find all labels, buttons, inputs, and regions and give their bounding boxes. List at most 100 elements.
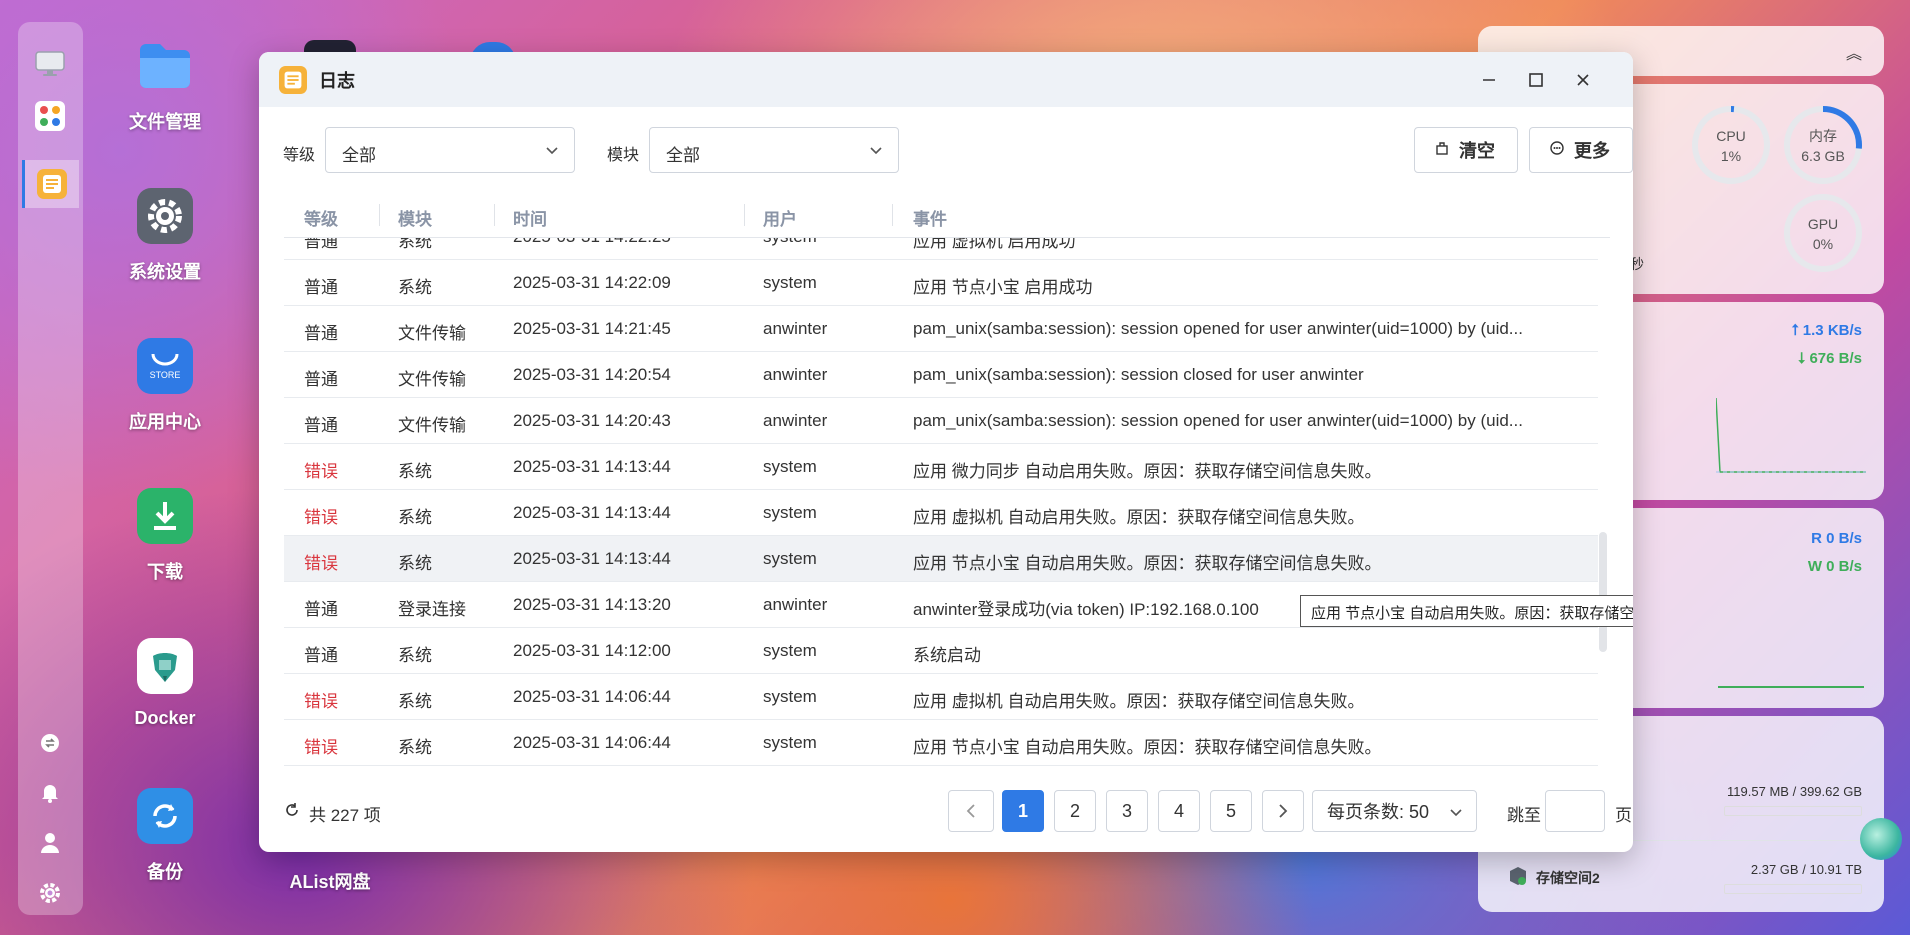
cell-user: system xyxy=(763,687,817,706)
cell-module: 系统 xyxy=(398,692,432,711)
log-window: 日志 等级 全部 模块 全部 清空 更多 等级 模块 时间 用户 事件 普通 系… xyxy=(259,52,1633,852)
chevron-left-icon xyxy=(966,804,975,818)
minimize-button[interactable] xyxy=(1474,66,1504,94)
gpu-label: GPU xyxy=(1807,216,1839,232)
settings-gear-icon[interactable] xyxy=(32,875,68,911)
table-row[interactable]: 错误 系统 2025-03-31 14:13:44 system 应用 节点小宝 自动启… xyxy=(284,536,1598,582)
page-button-4[interactable]: 4 xyxy=(1158,790,1200,832)
clear-button[interactable]: 清空 xyxy=(1414,127,1518,173)
table-row[interactable]: 普通 文件传输 2025-03-31 14:21:45 anwinter pam_uni… xyxy=(284,306,1598,352)
dock xyxy=(18,22,83,915)
table-row[interactable]: 普通 文件传输 2025-03-31 14:20:43 anwinter pam_uni… xyxy=(284,398,1598,444)
log-table-body[interactable]: 普通 系统 2025-03-31 14:22:25 system 应用 虚拟机 … xyxy=(284,238,1610,812)
cell-level: 普通 xyxy=(304,646,338,665)
module-filter-value: 全部 xyxy=(666,146,700,165)
column-header-time[interactable]: 时间 xyxy=(513,205,547,230)
per-page-select[interactable]: 每页条数: 50 xyxy=(1312,790,1477,832)
switch-icon[interactable] xyxy=(32,725,68,761)
cell-event: pam_unix(samba:session): session closed … xyxy=(913,365,1364,384)
cpu-label: CPU xyxy=(1716,128,1746,144)
storage2-usage: 2.37 GB / 10.91 TB xyxy=(1750,862,1862,877)
bell-icon[interactable] xyxy=(32,775,68,811)
module-filter-select[interactable]: 全部 xyxy=(649,127,899,173)
level-filter-select[interactable]: 全部 xyxy=(325,127,575,173)
table-row[interactable]: 错误 系统 2025-03-31 14:06:44 system 应用 虚拟机 自动启用… xyxy=(284,674,1598,720)
cell-module: 系统 xyxy=(398,462,432,481)
maximize-button[interactable] xyxy=(1521,66,1551,94)
log-app-dock-icon[interactable] xyxy=(22,160,79,208)
page-button-2[interactable]: 2 xyxy=(1054,790,1096,832)
log-app-icon xyxy=(279,65,307,94)
next-page-button[interactable] xyxy=(1262,790,1304,832)
desktop-icon-download[interactable]: 下载 xyxy=(105,488,225,584)
disk-read-rate: R 0 B/s xyxy=(1811,530,1862,547)
settings-icon xyxy=(137,188,193,244)
table-row[interactable]: 普通 系统 2025-03-31 14:12:00 system 系统启动 xyxy=(284,628,1598,674)
desktop-icon-label: 下载 xyxy=(147,562,183,582)
desktop-icon-docker[interactable]: Docker xyxy=(105,638,225,729)
cell-event: 应用 虚拟机 自动启用失败。原因：获取存储空间信息失败。 xyxy=(913,508,1365,527)
monitor-icon[interactable] xyxy=(32,46,68,82)
cell-user: system xyxy=(763,733,817,752)
app-grid-icon[interactable] xyxy=(32,98,68,134)
disk-graph-line xyxy=(1718,686,1864,688)
table-row[interactable]: 普通 系统 2025-03-31 14:22:09 system 应用 节点小宝 启用成… xyxy=(284,260,1598,306)
page-button-5[interactable]: 5 xyxy=(1210,790,1252,832)
desktop-icon-backup[interactable]: 备份 xyxy=(105,788,225,884)
desktop-icon-app-center[interactable]: STORE 应用中心 xyxy=(105,338,225,434)
storage2-name[interactable]: 存储空间2 xyxy=(1536,868,1600,888)
store-icon: STORE xyxy=(137,338,193,394)
cell-module: 登录连接 xyxy=(398,600,466,619)
cell-time: 2025-03-31 14:06:44 xyxy=(513,687,671,706)
storage-box-icon xyxy=(1508,866,1528,886)
table-row[interactable]: 错误 系统 2025-03-31 14:13:44 system 应用 微力同步 自动启… xyxy=(284,444,1598,490)
column-header-user[interactable]: 用户 xyxy=(763,205,797,230)
cpu-value: 1% xyxy=(1720,148,1742,164)
table-row[interactable]: 错误 系统 2025-03-31 14:13:44 system 应用 虚拟机 自动启用… xyxy=(284,490,1598,536)
chevron-down-icon xyxy=(546,147,558,155)
page-button-3[interactable]: 3 xyxy=(1106,790,1148,832)
more-button[interactable]: 更多 xyxy=(1529,127,1633,173)
column-header-module[interactable]: 模块 xyxy=(398,205,432,230)
table-scrollbar[interactable] xyxy=(1599,532,1607,652)
table-header: 等级 模块 时间 用户 事件 xyxy=(284,192,1610,238)
cell-user: anwinter xyxy=(763,365,828,384)
desktop-icon-system-settings[interactable]: 系统设置 xyxy=(105,188,225,284)
prev-page-button[interactable] xyxy=(948,790,994,832)
total-count: 共 227 项 xyxy=(309,806,381,825)
disk-write-rate: W 0 B/s xyxy=(1807,558,1862,575)
desktop-icon-label: Docker xyxy=(134,708,196,728)
collapse-icon[interactable]: ︽ xyxy=(1846,40,1862,64)
desktop-icon-file-manager[interactable]: 文件管理 xyxy=(105,38,225,134)
event-tooltip: 应用 节点小宝 自动启用失败。原因：获取存储空间信息失败。 xyxy=(1300,595,1633,627)
cell-time: 2025-03-31 14:06:44 xyxy=(513,733,671,752)
table-row[interactable]: 普通 文件传输 2025-03-31 14:20:54 anwinter pam_uni… xyxy=(284,352,1598,398)
level-filter-label: 等级 xyxy=(283,147,316,164)
cell-user: system xyxy=(763,273,817,292)
backup-icon xyxy=(137,788,193,844)
column-header-level[interactable]: 等级 xyxy=(304,205,338,230)
desktop-icon-alist[interactable]: AList网盘 xyxy=(270,868,390,894)
cell-level: 错误 xyxy=(304,508,338,527)
page-button-1[interactable]: 1 xyxy=(1002,790,1044,832)
column-header-event[interactable]: 事件 xyxy=(913,205,947,230)
cell-time: 2025-03-31 14:13:20 xyxy=(513,595,671,614)
cell-user: system xyxy=(763,641,817,660)
assistant-orb-icon[interactable] xyxy=(1860,818,1902,860)
net-down-rate: ⭣ 676 B/s xyxy=(1798,350,1862,367)
refresh-icon[interactable] xyxy=(283,801,301,824)
close-button[interactable] xyxy=(1568,66,1598,94)
cell-level: 普通 xyxy=(304,238,338,251)
storage2-bar xyxy=(1724,884,1862,894)
window-titlebar[interactable]: 日志 xyxy=(259,52,1633,107)
table-row[interactable]: 普通 系统 2025-03-31 14:22:25 system 应用 虚拟机 … xyxy=(284,238,1598,260)
jump-page-input[interactable] xyxy=(1545,790,1605,832)
cell-event: pam_unix(samba:session): session opened … xyxy=(913,411,1523,430)
user-icon[interactable] xyxy=(32,825,68,861)
desktop-icon-label: 文件管理 xyxy=(129,112,201,132)
folder-icon xyxy=(137,38,193,94)
docker-icon xyxy=(137,638,193,694)
table-row[interactable]: 错误 系统 2025-03-31 14:06:44 system 应用 节点小宝 自动启… xyxy=(284,720,1598,766)
gpu-value: 0% xyxy=(1812,236,1834,252)
desktop-icon-label: 备份 xyxy=(147,862,183,882)
